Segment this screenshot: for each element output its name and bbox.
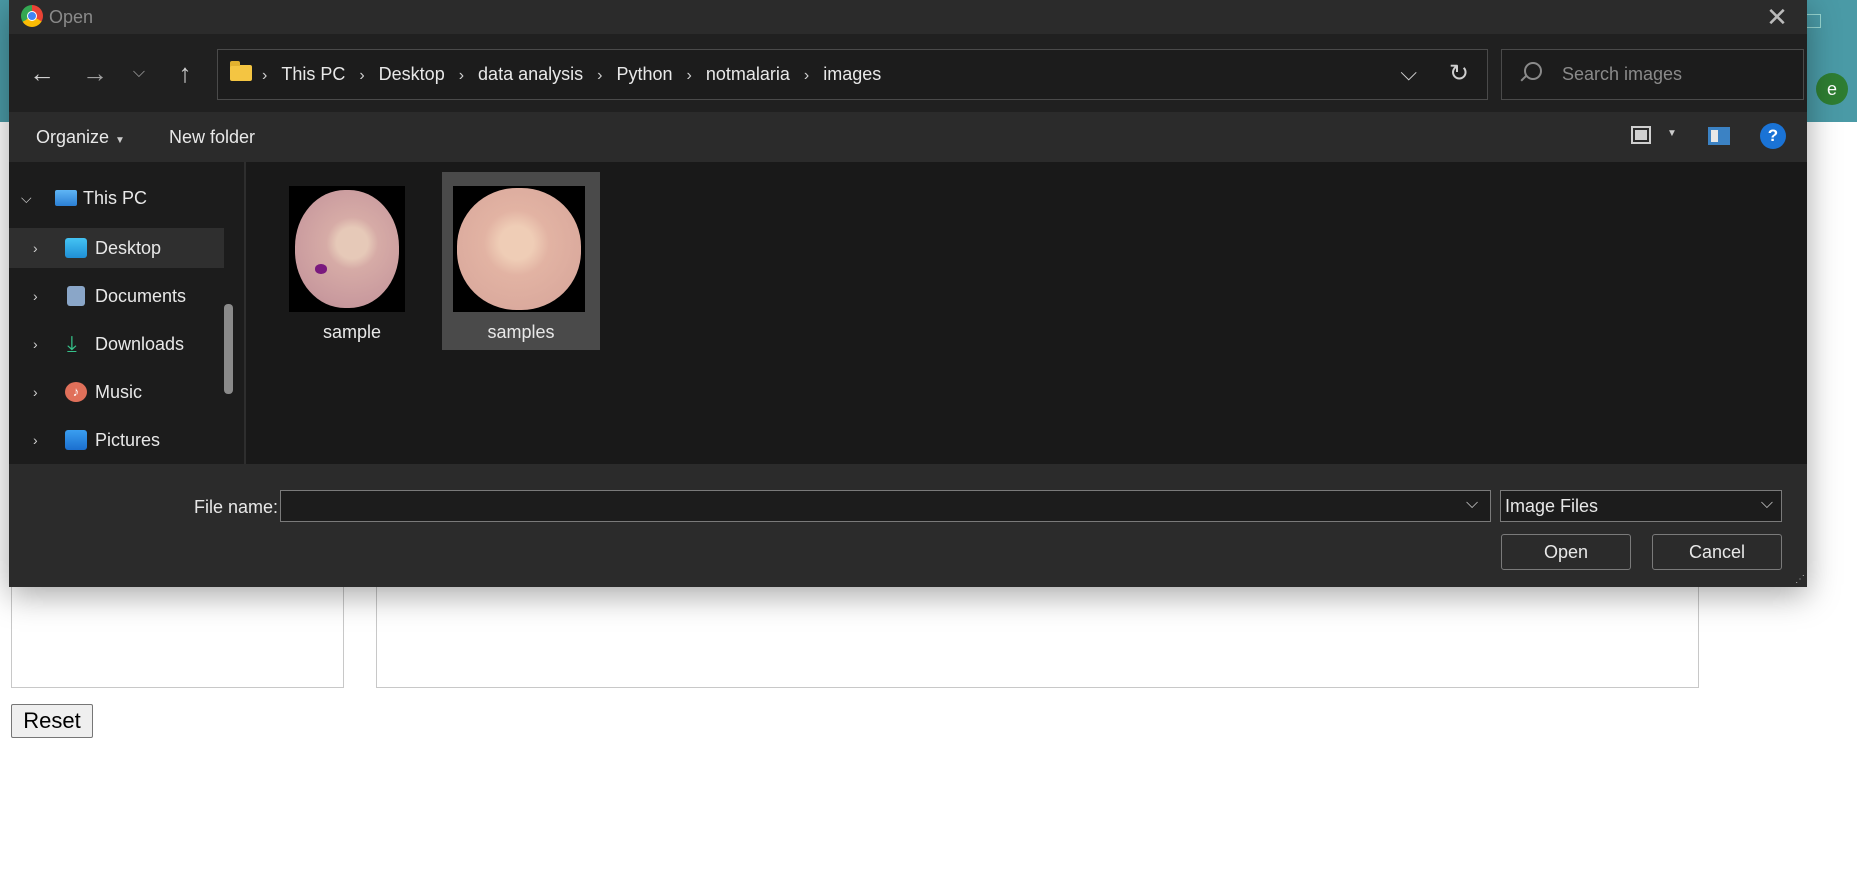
sidebar-item-this-pc[interactable]: ⌵ This PC	[9, 178, 224, 218]
folder-icon	[230, 61, 252, 81]
file-name-chevron-down-icon[interactable]: ⌵	[1466, 495, 1478, 513]
file-name-label: sample	[322, 322, 382, 342]
organize-label: Organize	[36, 127, 110, 147]
organize-button[interactable]: Organize ▼	[36, 112, 125, 162]
sidebar-item-desktop[interactable]: › Desktop	[9, 228, 224, 268]
sidebar-item-documents[interactable]: › Documents	[9, 276, 224, 316]
open-file-dialog: Open ✕ ← → ⌵ ↑ › This PC › Desktop › data ana…	[9, 0, 1807, 587]
dialog-footer: File name: ⌵ Image Files ⌵ Open Cancel ⋰	[9, 464, 1807, 587]
music-icon: ♪	[65, 382, 87, 402]
chevron-down-icon: ⌵	[1760, 495, 1773, 512]
downloads-icon: ⤓	[67, 331, 77, 356]
chevron-right-icon[interactable]: ›	[33, 420, 38, 460]
caret-down-icon: ▼	[115, 135, 125, 146]
documents-icon	[67, 286, 85, 306]
computer-icon	[55, 190, 77, 206]
new-folder-button[interactable]: New folder	[169, 112, 255, 162]
file-item-samples[interactable]: samples	[442, 172, 600, 350]
file-name-label: File name:	[194, 497, 279, 517]
address-bar[interactable]: › This PC › Desktop › data analysis › Python › no…	[217, 49, 1488, 100]
up-arrow-icon[interactable]: ↑	[168, 56, 202, 90]
breadcrumb: › This PC › Desktop › data analysis › Python › no…	[262, 64, 882, 84]
breadcrumb-python[interactable]: Python	[616, 64, 672, 84]
cancel-button[interactable]: Cancel	[1652, 534, 1782, 570]
help-icon[interactable]: ?	[1760, 123, 1786, 149]
sidebar-item-music[interactable]: › ♪ Music	[9, 372, 224, 412]
dialog-title: Open	[49, 7, 94, 27]
breadcrumb-desktop[interactable]: Desktop	[379, 64, 445, 84]
image-thumbnail	[453, 186, 585, 312]
view-caret-down-icon[interactable]: ▼	[1667, 128, 1677, 139]
recent-locations-chevron-icon[interactable]: ⌵	[122, 56, 156, 90]
file-name-input[interactable]	[280, 490, 1491, 522]
view-mode-icon[interactable]	[1631, 126, 1651, 144]
avatar[interactable]: e	[1816, 73, 1848, 105]
chevron-right-icon[interactable]: ›	[33, 372, 38, 412]
desktop-icon	[65, 238, 87, 258]
breadcrumb-this-pc[interactable]: This PC	[281, 64, 345, 84]
resize-grip-icon[interactable]: ⋰	[1795, 574, 1805, 585]
breadcrumb-data-analysis[interactable]: data analysis	[478, 64, 583, 84]
chevron-right-icon[interactable]: ›	[33, 324, 38, 364]
sidebar-item-downloads[interactable]: › ⤓ Downloads	[9, 324, 224, 364]
chrome-icon	[21, 5, 43, 27]
file-type-value: Image Files	[1505, 496, 1599, 516]
parasite-spot	[315, 264, 327, 274]
command-toolbar: Organize ▼ New folder ▼ ?	[9, 112, 1807, 162]
sidebar-item-pictures[interactable]: › Pictures	[9, 420, 224, 460]
search-placeholder[interactable]: Search images	[1562, 64, 1682, 85]
open-button[interactable]: Open	[1501, 534, 1631, 570]
breadcrumb-images[interactable]: images	[823, 64, 881, 84]
breadcrumb-notmalaria[interactable]: notmalaria	[706, 64, 790, 84]
pictures-icon	[65, 430, 87, 450]
file-item-sample[interactable]: sample	[273, 172, 431, 350]
navigation-pane: ⌵ This PC › Desktop › Documents › ⤓ Down…	[9, 162, 246, 464]
preview-pane-icon[interactable]	[1708, 127, 1730, 145]
address-history-chevron-icon[interactable]: ⌵	[1400, 60, 1417, 86]
window-restore-icon[interactable]	[1805, 14, 1821, 28]
reset-button[interactable]: Reset	[11, 704, 93, 738]
refresh-icon[interactable]: ↻	[1449, 59, 1469, 88]
image-thumbnail	[289, 186, 405, 312]
file-name-label: samples	[487, 322, 555, 342]
forward-arrow-icon[interactable]: →	[78, 56, 112, 90]
file-type-select[interactable]: Image Files ⌵	[1500, 490, 1782, 522]
file-list: sample samples	[246, 162, 1807, 464]
sidebar-scrollbar[interactable]	[224, 304, 233, 394]
search-icon	[1524, 62, 1542, 80]
back-arrow-icon[interactable]: ←	[25, 56, 59, 90]
close-icon[interactable]: ✕	[1757, 2, 1797, 32]
navigation-bar: ← → ⌵ ↑ › This PC › Desktop › data analysis › P…	[9, 34, 1807, 112]
chevron-down-icon[interactable]: ⌵	[21, 178, 32, 218]
search-box[interactable]: Search images	[1501, 49, 1804, 100]
chevron-right-icon[interactable]: ›	[33, 228, 38, 268]
dialog-titlebar[interactable]: Open ✕	[9, 0, 1807, 34]
chevron-right-icon[interactable]: ›	[33, 276, 38, 316]
